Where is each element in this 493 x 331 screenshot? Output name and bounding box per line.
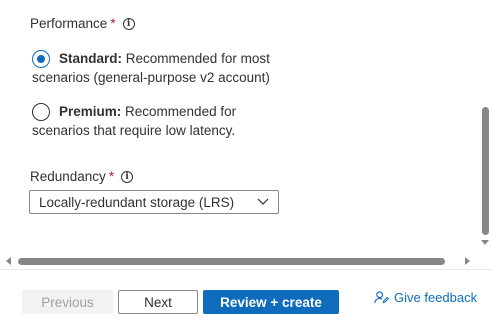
performance-label: Performance * i (30, 16, 135, 31)
performance-label-text: Performance (30, 16, 108, 31)
radio-button-checked[interactable] (32, 50, 50, 68)
info-icon[interactable]: i (121, 170, 134, 183)
radio-premium-label: Premium: Recommended for (59, 102, 236, 122)
scroll-right-arrow-icon[interactable] (465, 257, 470, 265)
give-feedback-link[interactable]: Give feedback (374, 290, 477, 305)
chevron-down-icon (257, 198, 269, 205)
radio-standard-title: Standard: (59, 51, 123, 66)
vertical-scrollbar-thumb[interactable] (482, 107, 489, 235)
redundancy-dropdown[interactable]: Locally-redundant storage (LRS) (29, 190, 279, 214)
radio-standard[interactable]: Standard: Recommended for most (32, 50, 292, 69)
horizontal-scrollbar[interactable] (0, 254, 493, 269)
feedback-person-icon (374, 291, 389, 304)
radio-standard-summary: Recommended for most (122, 51, 270, 66)
info-icon[interactable]: i (122, 17, 135, 30)
vertical-scrollbar[interactable] (478, 0, 493, 254)
previous-button[interactable]: Previous (22, 290, 113, 314)
scroll-left-arrow-icon[interactable] (6, 257, 11, 265)
redundancy-selected-value: Locally-redundant storage (LRS) (39, 194, 235, 210)
form-panel: Performance * i Standard: Recommended fo… (0, 0, 478, 254)
give-feedback-label: Give feedback (394, 290, 478, 305)
required-asterisk: * (108, 169, 115, 184)
review-create-button[interactable]: Review + create (203, 290, 339, 314)
radio-standard-label: Standard: Recommended for most (59, 49, 270, 69)
radio-premium-title: Premium: (59, 104, 122, 119)
redundancy-label: Redundancy * i (30, 169, 134, 184)
scroll-down-arrow-icon[interactable] (481, 240, 489, 245)
radio-premium[interactable]: Premium: Recommended for (32, 103, 292, 122)
horizontal-scrollbar-thumb[interactable] (18, 258, 445, 265)
footer-divider (0, 269, 493, 270)
radio-button-unchecked[interactable] (32, 103, 50, 121)
radio-premium-summary: Recommended for (121, 104, 237, 119)
radio-standard-description: scenarios (general-purpose v2 account) (32, 70, 270, 85)
required-asterisk: * (110, 16, 116, 31)
next-button[interactable]: Next (118, 290, 198, 314)
redundancy-label-text: Redundancy (30, 169, 106, 184)
radio-premium-description: scenarios that require low latency. (32, 123, 236, 138)
